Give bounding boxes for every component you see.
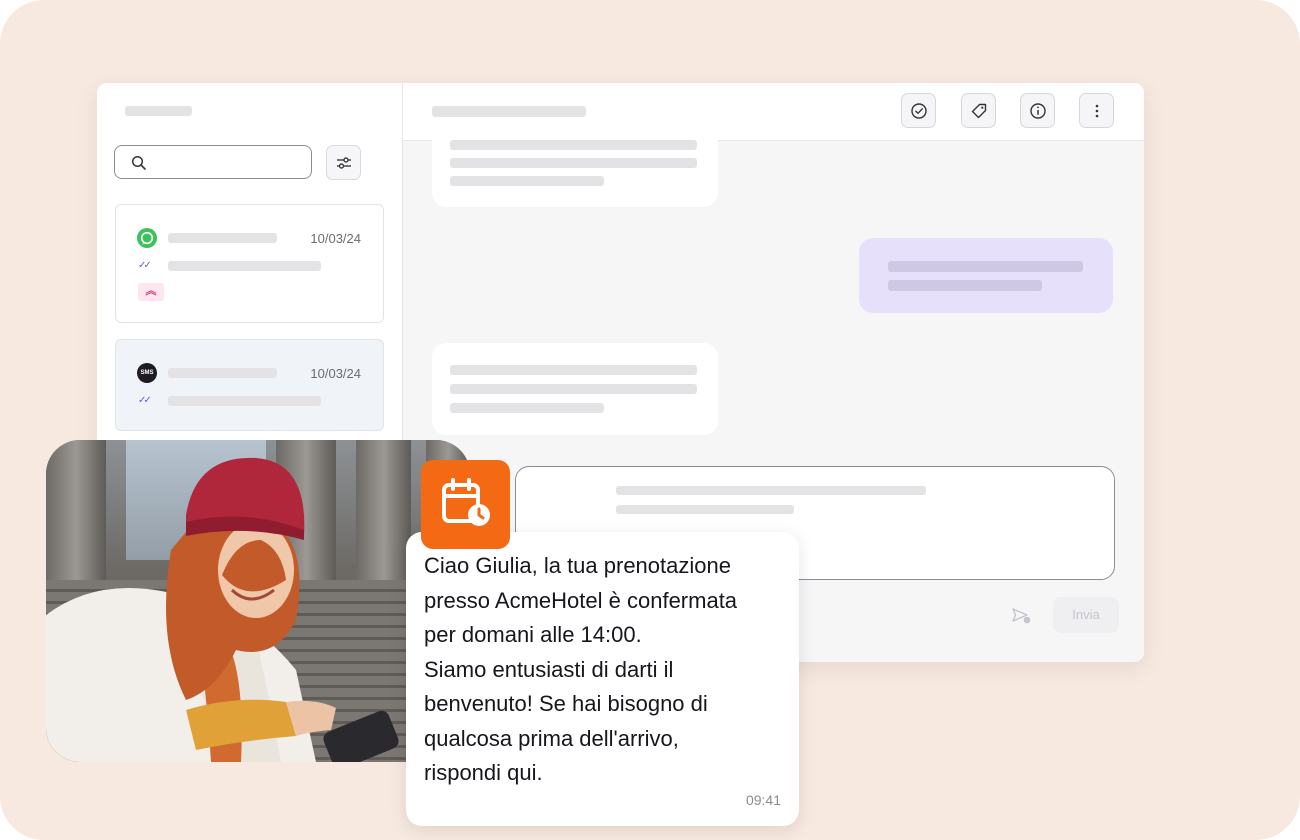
message-text-placeholder — [450, 384, 697, 394]
message-preview-placeholder — [168, 396, 321, 406]
incoming-message — [432, 343, 718, 435]
more-vertical-icon — [1095, 104, 1099, 118]
sms-icon: SMS — [137, 363, 157, 383]
conversation-item[interactable]: 10/03/24 ✓✓ ︽ — [115, 204, 384, 323]
outgoing-message — [859, 238, 1113, 313]
read-receipt-icon: ✓✓ — [138, 395, 152, 406]
info-button[interactable] — [1020, 93, 1055, 128]
conversation-item[interactable]: SMS 10/03/24 ✓✓ — [115, 339, 384, 431]
check-circle-icon — [911, 103, 927, 119]
chevron-up-icon: ︽ — [138, 283, 164, 301]
message-text-placeholder — [450, 158, 697, 168]
notification-message-text: Ciao Giulia, la tua prenotazione presso … — [424, 553, 738, 785]
notification-message-card: Ciao Giulia, la tua prenotazione presso … — [406, 532, 799, 826]
message-text-placeholder — [450, 140, 697, 150]
resolve-button[interactable] — [901, 93, 936, 128]
draft-text-placeholder — [616, 486, 926, 495]
read-receipt-icon: ✓✓ — [138, 260, 152, 271]
chat-title-placeholder — [432, 106, 586, 117]
background-frame: 10/03/24 ✓✓ ︽ SMS 10/03/24 ✓✓ Invia Ciao… — [0, 0, 1300, 840]
reminder-badge — [421, 460, 510, 549]
message-text-placeholder — [450, 365, 697, 375]
tag-icon — [971, 103, 987, 119]
tag-button[interactable] — [961, 93, 996, 128]
sidebar-title-placeholder — [125, 106, 192, 116]
message-text-placeholder — [450, 403, 604, 413]
more-options-button[interactable] — [1079, 93, 1114, 128]
contact-name-placeholder — [168, 233, 277, 243]
filter-button[interactable] — [326, 145, 361, 180]
send-button[interactable]: Invia — [1053, 597, 1119, 633]
search-input[interactable] — [114, 145, 312, 179]
message-text-placeholder — [888, 280, 1042, 291]
draft-text-placeholder — [616, 505, 794, 514]
message-text-placeholder — [888, 261, 1083, 272]
scheduled-send-icon[interactable] — [1011, 607, 1033, 625]
whatsapp-icon — [137, 228, 157, 248]
conversation-date: 10/03/24 — [310, 231, 361, 246]
sliders-icon — [337, 157, 351, 169]
message-preview-placeholder — [168, 261, 321, 271]
info-icon — [1030, 103, 1046, 119]
contact-name-placeholder — [168, 368, 277, 378]
conversation-date: 10/03/24 — [310, 366, 361, 381]
incoming-message — [432, 123, 718, 207]
calendar-clock-icon — [442, 478, 490, 526]
notification-time: 09:41 — [745, 792, 781, 808]
message-text-placeholder — [450, 176, 604, 186]
search-icon — [131, 155, 146, 170]
